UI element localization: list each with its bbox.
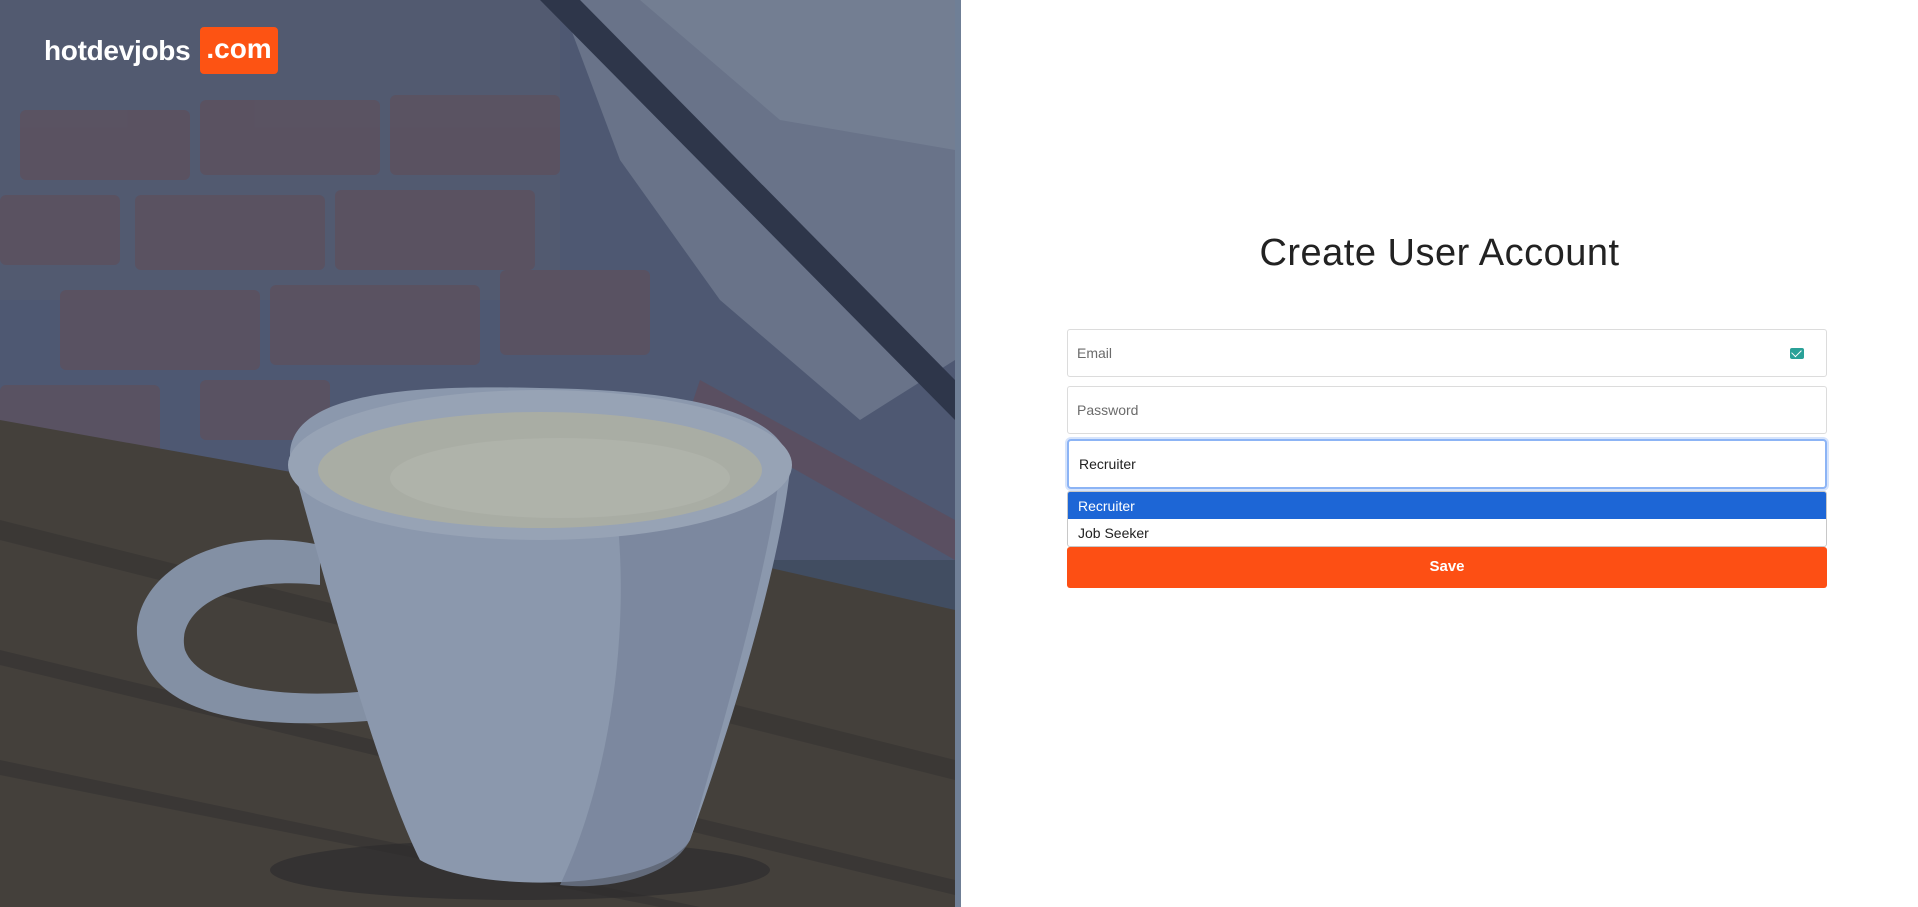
email-field[interactable] [1068,330,1826,376]
hero-image: hotdevjobs .com [0,0,955,907]
password-field-wrapper [1067,386,1827,434]
page-title: Create User Account [1259,232,1620,274]
mail-check-icon [1790,348,1804,359]
logo-tld: .com [200,27,278,74]
email-field-wrapper [1067,329,1827,377]
role-option-job-seeker[interactable]: Job Seeker [1068,519,1826,546]
role-option-recruiter[interactable]: Recruiter [1068,492,1826,519]
save-button[interactable]: Save [1067,547,1827,588]
coffee-cup-photo [0,0,955,907]
password-field[interactable] [1068,387,1826,433]
role-select[interactable]: Recruiter [1067,439,1827,489]
form-panel: Create User Account Recruiter Recruiter … [961,0,1918,907]
site-logo[interactable]: hotdevjobs .com [44,27,278,74]
create-account-form: Recruiter Recruiter Job Seeker Save [1067,329,1827,588]
role-select-value: Recruiter [1079,456,1136,472]
logo-name: hotdevjobs [44,34,191,66]
role-dropdown-list: Recruiter Job Seeker [1067,491,1827,547]
